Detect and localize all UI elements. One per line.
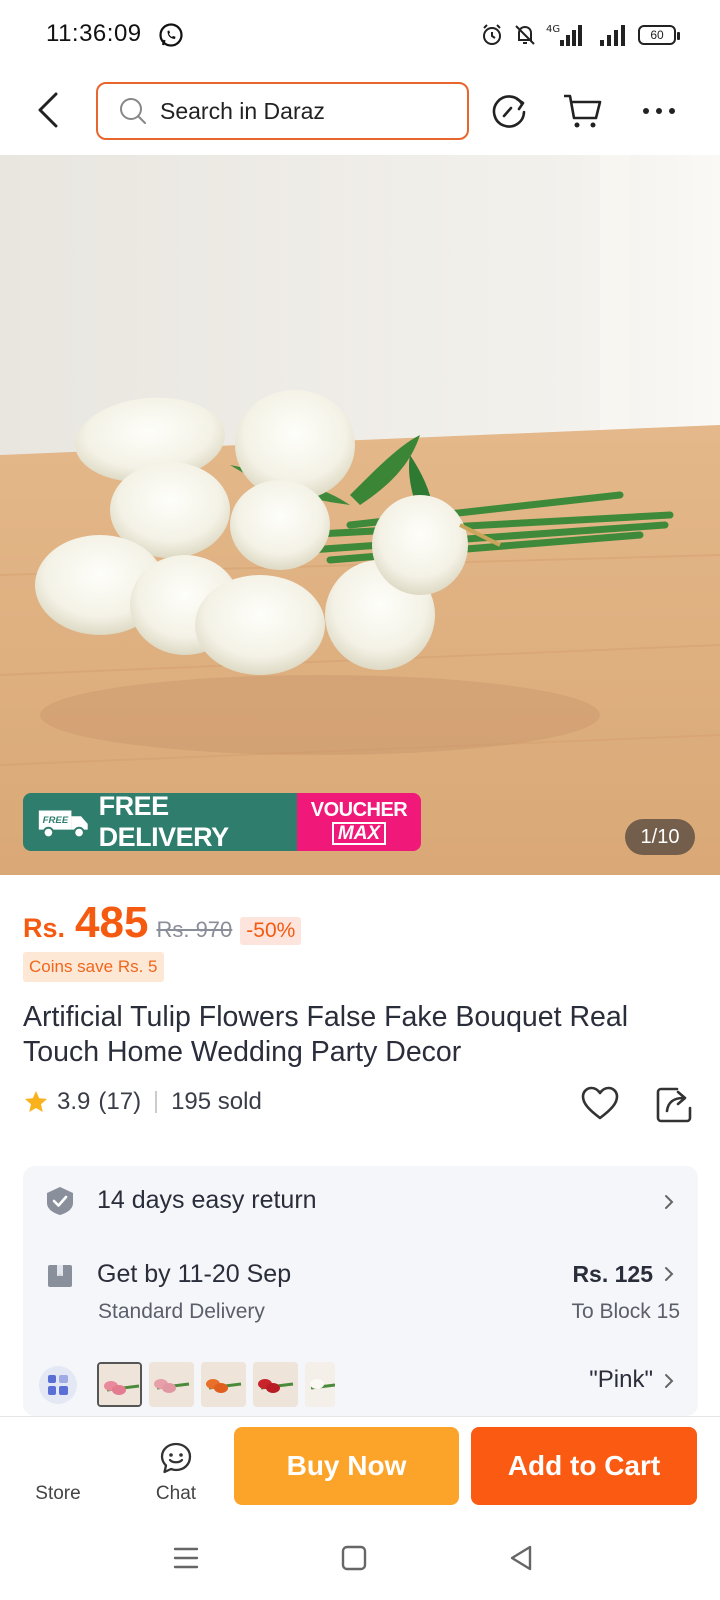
menu-icon[interactable]	[173, 1544, 199, 1572]
search-icon	[120, 98, 146, 124]
rating-row[interactable]: 3.9 (17) 195 sold	[23, 1088, 262, 1116]
battery-icon: 60	[638, 25, 680, 45]
price-row: Rs. 485 Rs. 970 -50%	[23, 898, 302, 948]
product-image	[0, 155, 720, 875]
current-price: 485	[75, 898, 149, 947]
swatch-orange[interactable]	[201, 1362, 246, 1407]
swatch-pink[interactable]	[97, 1362, 142, 1407]
voucher-text: VOUCHER	[310, 798, 408, 821]
image-counter: 1/10	[625, 819, 695, 855]
original-price: Rs. 970	[156, 917, 233, 942]
swatch-image	[99, 1364, 140, 1405]
service-info-card: 14 days easy return Get by 11-20 Sep Sta…	[23, 1166, 698, 1416]
swatch-white[interactable]	[305, 1362, 335, 1407]
free-badge-text: FREE	[43, 815, 69, 826]
chevron-right-icon	[665, 1374, 674, 1388]
more-options-icon[interactable]	[638, 90, 680, 132]
product-title: Artificial Tulip Flowers False Fake Bouq…	[23, 1001, 629, 1068]
delivery-truck-icon: FREE	[38, 810, 88, 839]
battery-level: 60	[650, 28, 664, 42]
package-icon	[48, 1265, 72, 1287]
delivery-type: Standard Delivery	[98, 1300, 265, 1323]
back-arrow-icon[interactable]	[28, 88, 72, 132]
swatch-image	[201, 1362, 246, 1407]
shield-check-icon	[47, 1187, 73, 1215]
chat-button[interactable]: Chat	[136, 1441, 216, 1505]
bottom-action-bar: Store Chat Buy Now Add to Cart	[0, 1416, 720, 1518]
signal-4g-icon: 4G	[546, 24, 582, 46]
home-icon[interactable]	[341, 1544, 367, 1572]
review-count: (17)	[98, 1088, 142, 1115]
add-to-cart-button[interactable]: Add to Cart	[471, 1427, 697, 1505]
variants-icon-wrap	[39, 1366, 77, 1404]
cart-icon[interactable]	[562, 90, 604, 132]
divider	[155, 1091, 158, 1113]
network-label: 4G	[546, 24, 560, 35]
signal-icon	[600, 25, 625, 46]
whatsapp-icon	[159, 23, 183, 47]
search-bar[interactable]	[96, 82, 469, 140]
mute-icon	[515, 25, 535, 45]
discount-badge: -50%	[240, 917, 302, 945]
chat-label: Chat	[155, 1483, 197, 1504]
alarm-icon	[483, 24, 501, 45]
store-button[interactable]: Store	[18, 1445, 98, 1505]
sold-count: 195 sold	[171, 1088, 262, 1115]
max-text: MAX	[331, 821, 387, 845]
search-input[interactable]	[160, 97, 450, 125]
grid-variants-icon	[48, 1375, 68, 1395]
top-header	[0, 70, 720, 154]
status-time: 11:36:09	[46, 20, 142, 47]
store-label: Store	[35, 1483, 81, 1504]
free-delivery-text: FREE DELIVERY	[98, 793, 230, 851]
star-icon	[25, 1091, 47, 1112]
return-policy-text: 14 days easy return	[97, 1186, 317, 1214]
swatch-image	[253, 1362, 298, 1407]
swatch-image	[149, 1362, 194, 1407]
swatch-light-pink[interactable]	[149, 1362, 194, 1407]
system-navigation-bar	[0, 1518, 720, 1600]
rating-value: 3.9	[57, 1088, 91, 1115]
share-icon[interactable]	[655, 1084, 695, 1124]
delivery-location: To Block 15	[571, 1300, 680, 1323]
history-icon[interactable]	[488, 90, 530, 132]
delivery-row[interactable]: Get by 11-20 Sep Standard Delivery Rs. 1…	[23, 1236, 698, 1350]
chevron-right-icon	[665, 1195, 674, 1209]
free-delivery-badge: FREE FREE DELIVERY	[23, 793, 297, 851]
chevron-right-icon	[665, 1267, 674, 1281]
selected-variant[interactable]: "Pink"	[589, 1366, 653, 1394]
coins-save-badge: Coins save Rs. 5	[23, 952, 164, 982]
delivery-fee: Rs. 125	[572, 1261, 653, 1287]
promo-banner: FREE FREE DELIVERY VOUCHER MAX	[23, 793, 421, 851]
return-policy-row[interactable]: 14 days easy return	[23, 1166, 698, 1236]
status-bar: 11:36:09 4G 60	[0, 0, 720, 70]
voucher-max-badge: VOUCHER MAX	[297, 793, 421, 851]
product-image-gallery[interactable]: FREE FREE DELIVERY VOUCHER MAX 1/10	[0, 155, 720, 875]
back-triangle-icon[interactable]	[508, 1544, 534, 1572]
status-icons: 4G 60	[480, 20, 680, 50]
buy-now-button[interactable]: Buy Now	[234, 1427, 459, 1505]
swatch-image	[305, 1362, 335, 1407]
variant-swatches	[97, 1362, 335, 1407]
currency-label: Rs.	[23, 913, 66, 943]
wishlist-heart-icon[interactable]	[580, 1084, 620, 1124]
delivery-date: Get by 11-20 Sep	[97, 1260, 292, 1288]
swatch-red[interactable]	[253, 1362, 298, 1407]
chat-icon	[160, 1442, 192, 1474]
